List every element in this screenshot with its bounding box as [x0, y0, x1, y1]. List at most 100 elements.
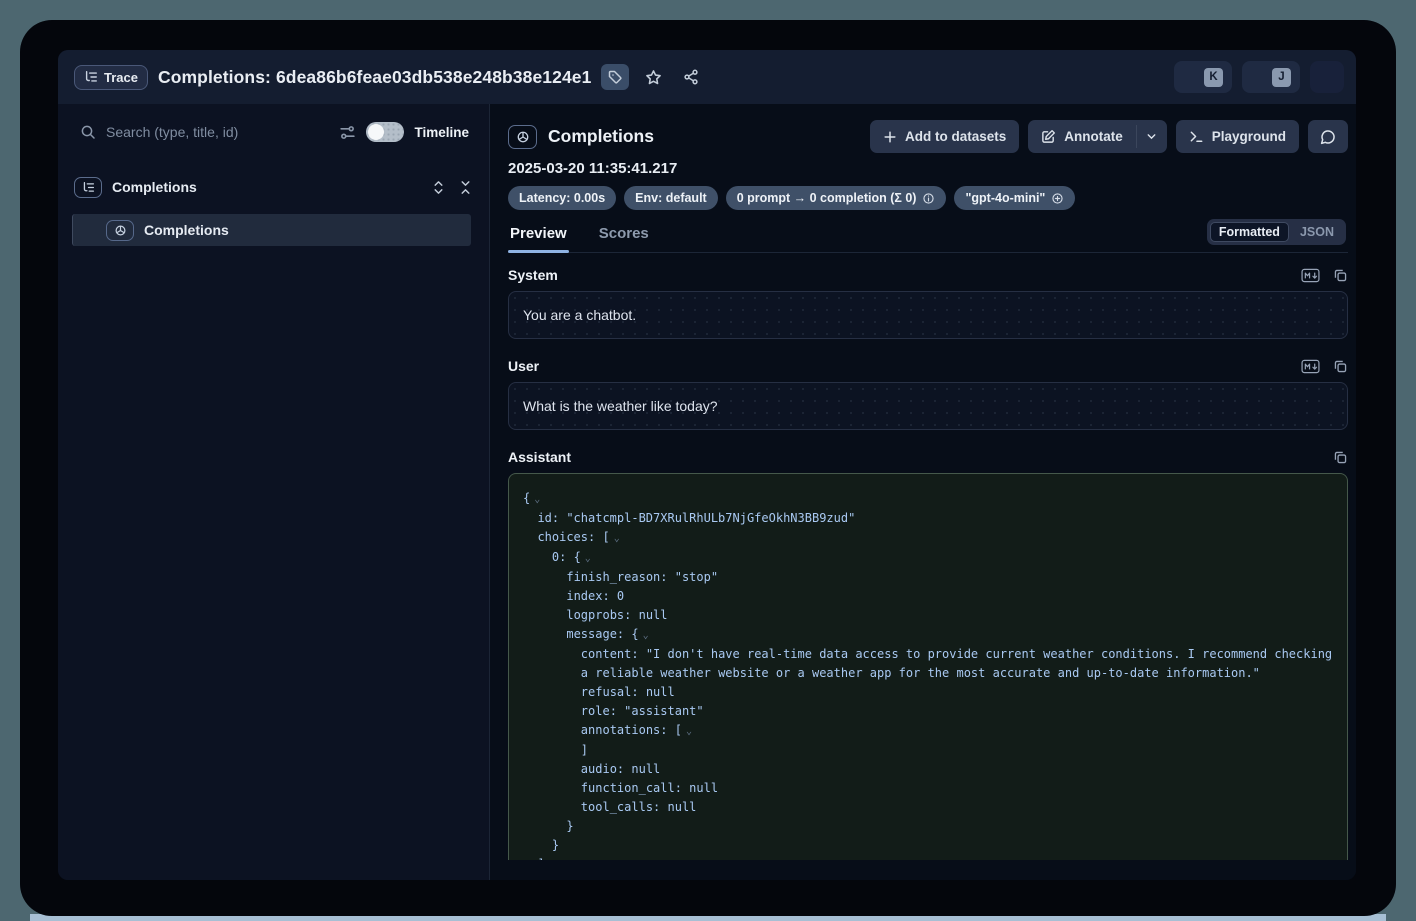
- system-section-icons: [1301, 268, 1348, 283]
- json-line: tool_calls: null: [523, 798, 1333, 817]
- navigate-up-button[interactable]: K: [1174, 61, 1232, 93]
- collapse-caret-icon[interactable]: ⌄: [534, 494, 540, 505]
- collapse-caret-icon[interactable]: ⌄: [686, 726, 692, 737]
- json-line-text: role: "assistant": [581, 704, 704, 718]
- user-message-box: What is the weather like today?: [508, 382, 1348, 430]
- keycap-k: K: [1204, 68, 1223, 87]
- trace-detail-panel: Trace Completions: 6dea86b6feae03db538e2…: [58, 50, 1356, 880]
- copy-icon[interactable]: [1333, 268, 1348, 283]
- circle-plus-icon: [1051, 192, 1064, 205]
- share-button[interactable]: [677, 64, 705, 90]
- json-line-text: tool_calls: null: [581, 800, 697, 814]
- playground-button[interactable]: Playground: [1176, 120, 1299, 153]
- playground-label: Playground: [1212, 129, 1286, 144]
- json-line-text: ]: [581, 743, 588, 757]
- annotate-button[interactable]: Annotate: [1028, 120, 1136, 153]
- system-message-box: You are a chatbot.: [508, 291, 1348, 339]
- tag-icon: [607, 69, 623, 85]
- json-line: choices: [ ⌄: [523, 528, 1333, 548]
- json-line-text: audio: null: [581, 762, 660, 776]
- keycap-j: J: [1272, 68, 1291, 87]
- share-icon: [683, 69, 699, 85]
- assistant-section-icons: [1333, 450, 1348, 465]
- metadata-badge[interactable]: Env: default: [624, 186, 718, 210]
- json-line-text: id: "chatcmpl-BD7XRulRhULb7NjGfeOkhN3BB9…: [537, 511, 855, 525]
- badge-label: "gpt-4o-mini": [965, 191, 1045, 205]
- json-line-text: index: 0: [566, 589, 624, 603]
- sidebar-search-row: Timeline: [58, 104, 489, 160]
- annotate-label: Annotate: [1064, 129, 1123, 144]
- list-tree-icon: [84, 70, 98, 84]
- view-settings-icon[interactable]: [339, 124, 356, 141]
- system-label: System: [508, 267, 558, 283]
- expand-all-icon[interactable]: [431, 180, 446, 195]
- trace-badge-label: Trace: [104, 70, 138, 85]
- json-line-text: annotations: [: [581, 723, 682, 737]
- json-line: ]: [523, 855, 1333, 860]
- tree-controls: [431, 180, 473, 195]
- copy-icon[interactable]: [1333, 450, 1348, 465]
- json-line: finish_reason: "stop": [523, 568, 1333, 587]
- generation-badge: [508, 125, 537, 149]
- add-to-datasets-button[interactable]: Add to datasets: [870, 120, 1019, 153]
- json-line: message: {⌄: [523, 625, 1333, 645]
- annotate-pencil-icon: [1041, 129, 1056, 144]
- tab-preview[interactable]: Preview: [508, 221, 569, 252]
- assistant-section-header: Assistant: [508, 449, 1348, 465]
- json-line: }: [523, 836, 1333, 855]
- json-line-text: finish_reason: "stop": [566, 570, 718, 584]
- json-line: ]: [523, 741, 1333, 760]
- copy-icon[interactable]: [1333, 359, 1348, 374]
- add-to-datasets-label: Add to datasets: [905, 129, 1006, 144]
- user-section-header: User: [508, 358, 1348, 374]
- comments-button[interactable]: [1308, 120, 1348, 153]
- collapse-caret-icon[interactable]: ⌄: [643, 630, 649, 641]
- favorite-button[interactable]: [639, 64, 667, 90]
- formatted-view-button[interactable]: Formatted: [1210, 222, 1289, 242]
- tree-node-completions-selected[interactable]: Completions: [72, 214, 471, 246]
- trace-header-bar: Trace Completions: 6dea86b6feae03db538e2…: [58, 50, 1356, 104]
- star-icon: [645, 69, 662, 86]
- metadata-badge[interactable]: Latency: 0.00s: [508, 186, 616, 210]
- search-input[interactable]: [106, 124, 329, 140]
- view-format-toggle: Formatted JSON: [1207, 219, 1346, 245]
- json-view-button[interactable]: JSON: [1291, 222, 1343, 242]
- metadata-badge[interactable]: "gpt-4o-mini": [954, 186, 1075, 210]
- json-line: refusal: null: [523, 683, 1333, 702]
- json-line: annotations: [ ⌄: [523, 721, 1333, 741]
- tabs-bar: Preview Scores Formatted JSON: [508, 219, 1348, 253]
- markdown-toggle-icon[interactable]: [1301, 268, 1320, 283]
- collapse-caret-icon[interactable]: ⌄: [614, 533, 620, 544]
- annotate-split-button: Annotate: [1028, 120, 1167, 153]
- markdown-toggle-icon[interactable]: [1301, 359, 1320, 374]
- timeline-toggle[interactable]: [366, 122, 404, 142]
- tag-button[interactable]: [601, 64, 629, 90]
- tree-root-node[interactable]: Completions: [74, 172, 473, 202]
- json-line-text: choices: [: [537, 530, 609, 544]
- action-buttons: Add to datasets Annotate: [870, 120, 1348, 153]
- system-message-text: You are a chatbot.: [523, 307, 636, 323]
- terminal-icon: [1189, 129, 1204, 144]
- annotate-menu-button[interactable]: [1137, 120, 1167, 153]
- json-line: }: [523, 817, 1333, 836]
- timeline-toggle-label: Timeline: [414, 125, 469, 140]
- user-section-icons: [1301, 359, 1348, 374]
- trace-node-badge: [74, 177, 102, 198]
- collapse-all-icon[interactable]: [458, 180, 473, 195]
- json-line: id: "chatcmpl-BD7XRulRhULb7NjGfeOkhN3BB9…: [523, 509, 1333, 528]
- observation-timestamp: 2025-03-20 11:35:41.217: [508, 160, 1348, 177]
- chevron-up-icon: [1183, 70, 1197, 84]
- chevron-down-icon: [1145, 130, 1158, 143]
- search-icon: [80, 124, 96, 140]
- tab-scores[interactable]: Scores: [597, 221, 651, 252]
- json-line-text: content: "I don't have real-time data ac…: [581, 647, 1340, 680]
- collapse-caret-icon[interactable]: ⌄: [585, 553, 591, 564]
- page-title: Completions: 6dea86b6feae03db538e248b38e…: [158, 67, 592, 88]
- navigate-down-button[interactable]: J: [1242, 61, 1300, 93]
- delete-trace-button[interactable]: [1310, 61, 1344, 93]
- generation-icon: [114, 224, 127, 237]
- assistant-json-viewer: {⌄ id: "chatcmpl-BD7XRulRhULb7NjGfeOkhN3…: [508, 473, 1348, 860]
- metadata-badge[interactable]: 0 prompt → 0 completion (Σ 0): [726, 186, 947, 210]
- json-line: 0: {⌄: [523, 548, 1333, 568]
- toggle-knob: [368, 124, 384, 140]
